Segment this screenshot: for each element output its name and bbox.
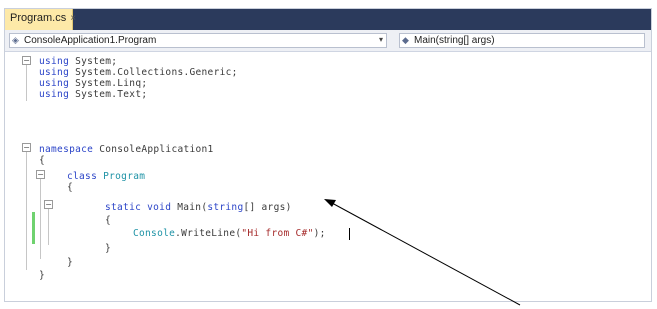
annotation-arrow xyxy=(324,199,521,306)
